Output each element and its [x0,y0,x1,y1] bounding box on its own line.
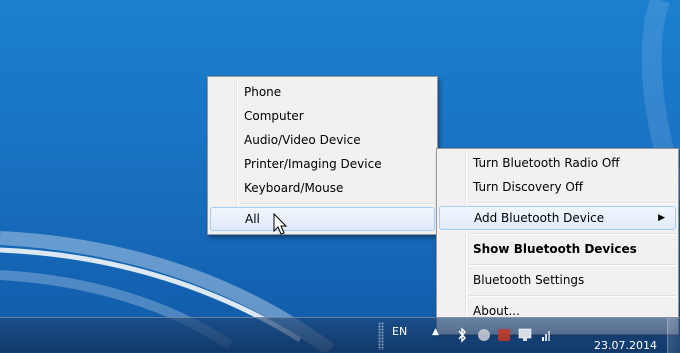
menu-item-show-bluetooth-devices[interactable]: Show Bluetooth Devices [437,237,678,261]
submenu-item-computer[interactable]: Computer [208,104,437,128]
menu-separator [437,261,678,268]
submenu-item-printer-imaging[interactable]: Printer/Imaging Device [208,152,437,176]
menu-item-label: Add Bluetooth Device [474,211,605,225]
menu-item-turn-discovery-off[interactable]: Turn Discovery Off [437,175,678,199]
action-center-icon[interactable] [478,329,490,341]
toolbar-grip[interactable] [378,322,384,350]
submenu-item-keyboard-mouse[interactable]: Keyboard/Mouse [208,176,437,200]
menu-item-turn-radio-off[interactable]: Turn Bluetooth Radio Off [437,151,678,175]
menu-separator [437,230,678,237]
bluetooth-tray-menu: Turn Bluetooth Radio Off Turn Discovery … [436,148,679,335]
submenu-item-audio-video[interactable]: Audio/Video Device [208,128,437,152]
volume-icon[interactable] [540,328,554,342]
menu-item-bluetooth-settings[interactable]: Bluetooth Settings [437,268,678,292]
taskbar: EN ▲ 23.07.2014 [0,317,680,353]
clock-date[interactable]: 23.07.2014 [594,339,657,352]
submenu-item-phone[interactable]: Phone [208,80,437,104]
show-hidden-icons-icon[interactable]: ▲ [432,327,439,337]
menu-item-add-bluetooth-device[interactable]: Add Bluetooth Device ▶ [439,206,676,230]
show-desktop-button[interactable] [667,318,680,353]
device-type-submenu: Phone Computer Audio/Video Device Printe… [207,76,438,235]
mouse-cursor-icon [273,213,288,235]
bluetooth-icon[interactable] [457,327,467,343]
language-indicator[interactable]: EN [392,325,407,338]
menu-separator [437,292,678,299]
network-icon[interactable] [518,328,532,342]
submenu-arrow-icon: ▶ [658,213,665,223]
menu-separator [208,200,437,207]
submenu-item-all[interactable]: All [210,207,435,231]
menu-separator [437,199,678,206]
flag-icon[interactable] [498,329,510,341]
